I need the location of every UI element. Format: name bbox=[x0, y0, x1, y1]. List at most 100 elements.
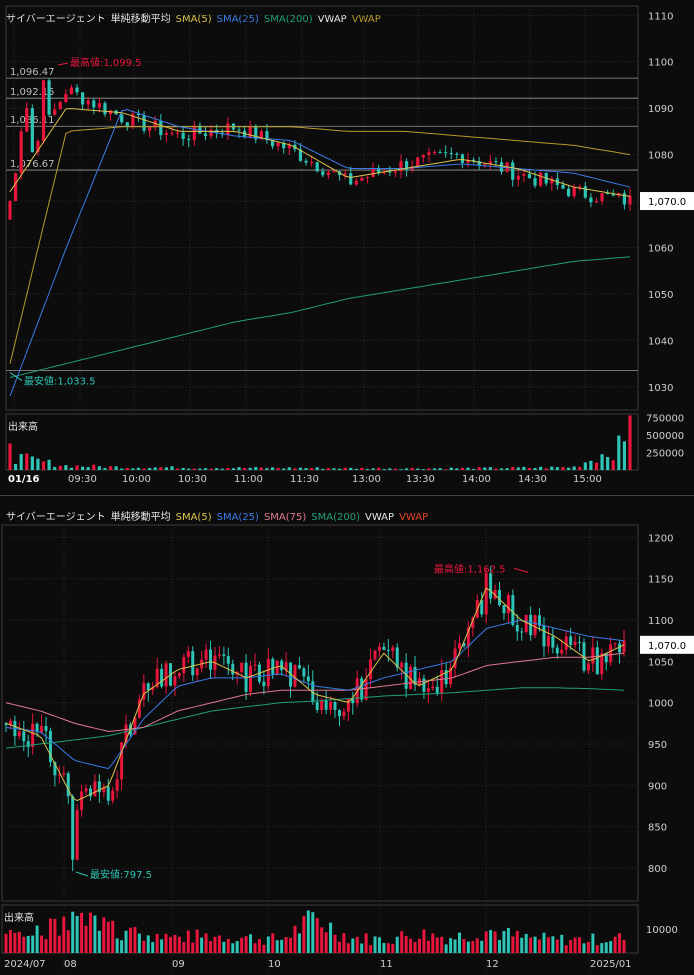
daily-candle bbox=[297, 665, 301, 669]
intraday-volume-bar bbox=[36, 458, 40, 470]
intraday-y-tick: 1060 bbox=[648, 243, 673, 254]
daily-volume-bar bbox=[17, 931, 21, 953]
intraday-candle bbox=[81, 92, 85, 105]
intraday-candle bbox=[455, 153, 459, 155]
daily-volume-bar bbox=[213, 936, 217, 953]
daily-candle bbox=[191, 651, 195, 676]
intraday-chart-panel: サイバーエージェント 単純移動平均 SMA(5) SMA(25) SMA(200) VWA… bbox=[0, 0, 694, 493]
daily-candle bbox=[342, 711, 346, 717]
intraday-volume-bar bbox=[416, 468, 420, 470]
intraday-candle bbox=[69, 87, 74, 95]
intraday-volume-bar bbox=[215, 468, 219, 470]
daily-volume-title: 出来高 bbox=[4, 913, 34, 924]
intraday-volume-bar bbox=[276, 467, 280, 470]
daily-candle bbox=[111, 790, 115, 801]
intraday-candle bbox=[388, 171, 392, 173]
intraday-candle bbox=[58, 102, 62, 110]
intraday-candle bbox=[41, 80, 46, 142]
intraday-volume-bar bbox=[231, 468, 236, 470]
daily-volume-bar bbox=[26, 935, 30, 953]
daily-volume-bar bbox=[111, 920, 115, 953]
daily-volume-bar bbox=[409, 938, 413, 953]
intraday-volume-bar bbox=[410, 467, 414, 470]
daily-candle bbox=[373, 650, 377, 660]
intraday-volume-bar bbox=[421, 469, 425, 470]
intraday-volume-bar bbox=[516, 467, 520, 470]
daily-volume-bar bbox=[355, 936, 359, 953]
daily-volume-bar bbox=[235, 941, 239, 953]
daily-candle bbox=[177, 673, 181, 677]
daily-volume-bar bbox=[249, 934, 253, 953]
intraday-volume-bar bbox=[455, 468, 459, 470]
intraday-volume-bar bbox=[75, 465, 79, 470]
daily-volume-bar bbox=[315, 918, 319, 953]
intraday-x-tick: 14:30 bbox=[518, 474, 547, 485]
intraday-volume-bar bbox=[399, 469, 403, 470]
intraday-volume-bar bbox=[561, 467, 565, 470]
daily-volume-bar bbox=[40, 935, 44, 953]
intraday-y-tick: 1030 bbox=[648, 383, 673, 394]
daily-volume-bar bbox=[524, 933, 528, 953]
intraday-volume-bar bbox=[349, 467, 353, 470]
intraday-x-tick: 10:30 bbox=[178, 474, 207, 485]
daily-candle bbox=[320, 700, 324, 710]
daily-volume-bar bbox=[364, 933, 368, 953]
intraday-volume-bar bbox=[600, 454, 604, 470]
intraday-y-tick: 1110 bbox=[648, 11, 673, 22]
daily-volume-bar bbox=[511, 936, 515, 953]
daily-volume-bar bbox=[231, 943, 235, 953]
daily-candle bbox=[502, 605, 506, 614]
daily-candle bbox=[333, 701, 337, 711]
intraday-y-tick: 1100 bbox=[648, 58, 673, 69]
daily-volume-bar bbox=[4, 933, 8, 953]
daily-chart-svg[interactable]: 800 850 900 950 1000 1050 1100 1150 1200 最高値:1,16… bbox=[0, 501, 694, 975]
intraday-volume-bar bbox=[555, 467, 559, 470]
intraday-candle bbox=[30, 108, 34, 153]
daily-sma25-line bbox=[5, 619, 625, 770]
daily-candle bbox=[217, 654, 221, 656]
intraday-candle bbox=[8, 201, 12, 220]
intraday-candle bbox=[354, 180, 358, 185]
daily-volume-bar bbox=[164, 933, 168, 953]
daily-candle bbox=[613, 643, 617, 645]
daily-candle bbox=[84, 788, 88, 792]
daily-volume-bar bbox=[613, 936, 617, 953]
daily-x-tick: 08 bbox=[64, 959, 77, 970]
daily-volume-bar bbox=[484, 931, 488, 953]
intraday-chart-svg[interactable]: 1030104010501060107010801090110011101,09… bbox=[0, 0, 694, 493]
intraday-volume-bar bbox=[287, 467, 291, 470]
daily-candle bbox=[422, 678, 426, 692]
daily-high-label: 最高値:1,162.5 bbox=[434, 562, 506, 575]
daily-volume-bar bbox=[75, 915, 79, 953]
intraday-volume-bar bbox=[578, 466, 582, 470]
intraday-candle bbox=[483, 164, 487, 166]
daily-volume-bar bbox=[489, 930, 493, 953]
intraday-candle bbox=[421, 154, 425, 158]
daily-volume-bar bbox=[271, 933, 275, 953]
intraday-candle bbox=[142, 114, 146, 131]
panel-divider bbox=[0, 495, 694, 496]
intraday-candle bbox=[192, 125, 196, 140]
daily-volume-bar bbox=[569, 940, 573, 953]
daily-volume-bar bbox=[573, 937, 577, 953]
daily-volume-bar bbox=[555, 939, 559, 953]
daily-volume-bar bbox=[297, 933, 301, 953]
daily-volume-bar bbox=[88, 912, 92, 953]
intraday-volume-bar bbox=[159, 467, 163, 470]
intraday-volume-bar bbox=[393, 468, 398, 470]
intraday-volume-bar bbox=[360, 467, 364, 470]
daily-candle bbox=[271, 658, 275, 675]
intraday-volume-bar bbox=[499, 468, 504, 470]
daily-volume-bar bbox=[142, 940, 146, 953]
daily-high-pointer bbox=[513, 567, 529, 573]
intraday-volume-bar bbox=[248, 467, 252, 470]
daily-candle bbox=[440, 669, 444, 694]
intraday-volume-bar bbox=[192, 468, 196, 470]
daily-volume-bar bbox=[106, 921, 110, 953]
intraday-sma25-line bbox=[9, 109, 631, 397]
intraday-x-tick: 14:00 bbox=[462, 474, 491, 485]
daily-candle bbox=[515, 624, 519, 632]
daily-candle bbox=[66, 773, 70, 797]
intraday-candle bbox=[19, 131, 23, 174]
daily-volume-bar bbox=[342, 933, 346, 953]
